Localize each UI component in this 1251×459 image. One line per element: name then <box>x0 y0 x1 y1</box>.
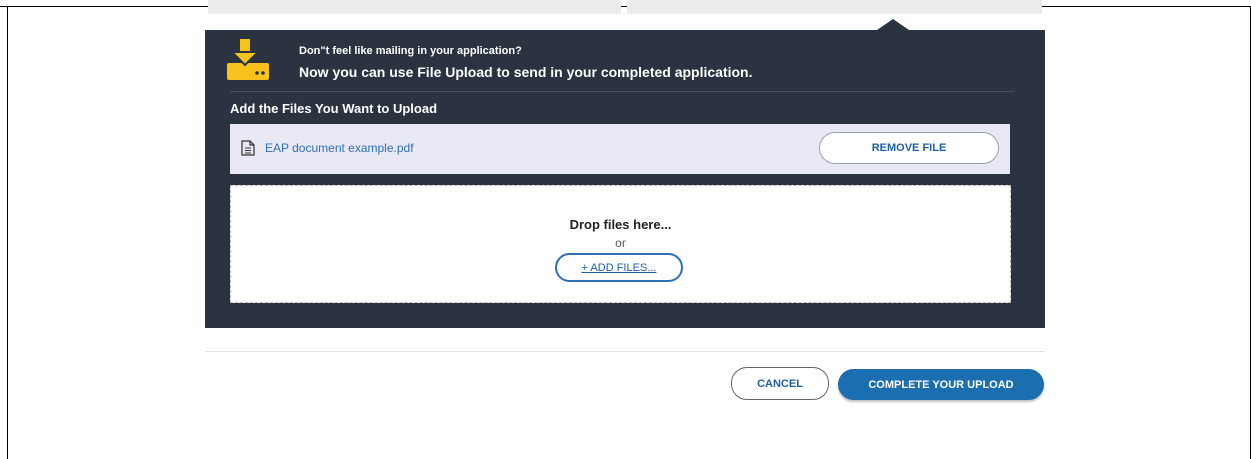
promo-question: Don"t feel like mailing in your applicat… <box>299 45 522 57</box>
tab-left[interactable] <box>208 0 621 14</box>
complete-upload-button[interactable]: COMPLETE YOUR UPLOAD <box>838 369 1044 400</box>
file-document-icon <box>241 140 255 156</box>
panel-pointer-caret <box>877 19 909 30</box>
file-upload-panel: Don"t feel like mailing in your applicat… <box>205 30 1045 328</box>
remove-file-button[interactable]: REMOVE FILE <box>819 132 999 164</box>
promo-message: Now you can use File Upload to send in y… <box>299 64 753 80</box>
uploaded-file-row: EAP document example.pdf REMOVE FILE <box>230 124 1010 174</box>
cancel-button[interactable]: CANCEL <box>731 367 829 400</box>
footer-divider <box>205 351 1045 352</box>
add-files-button[interactable]: + ADD FILES... <box>555 253 683 282</box>
download-icon <box>227 39 269 80</box>
panel-divider <box>230 91 1015 92</box>
file-name-link[interactable]: EAP document example.pdf <box>265 141 414 155</box>
or-text: or <box>615 236 626 250</box>
frame-top-border <box>0 6 1251 7</box>
file-drop-zone[interactable]: Drop files here... or + ADD FILES... <box>230 185 1011 303</box>
drop-files-text: Drop files here... <box>569 217 672 232</box>
section-title: Add the Files You Want to Upload <box>230 101 438 116</box>
frame-left-border <box>7 6 8 459</box>
tab-right[interactable] <box>627 0 1042 14</box>
